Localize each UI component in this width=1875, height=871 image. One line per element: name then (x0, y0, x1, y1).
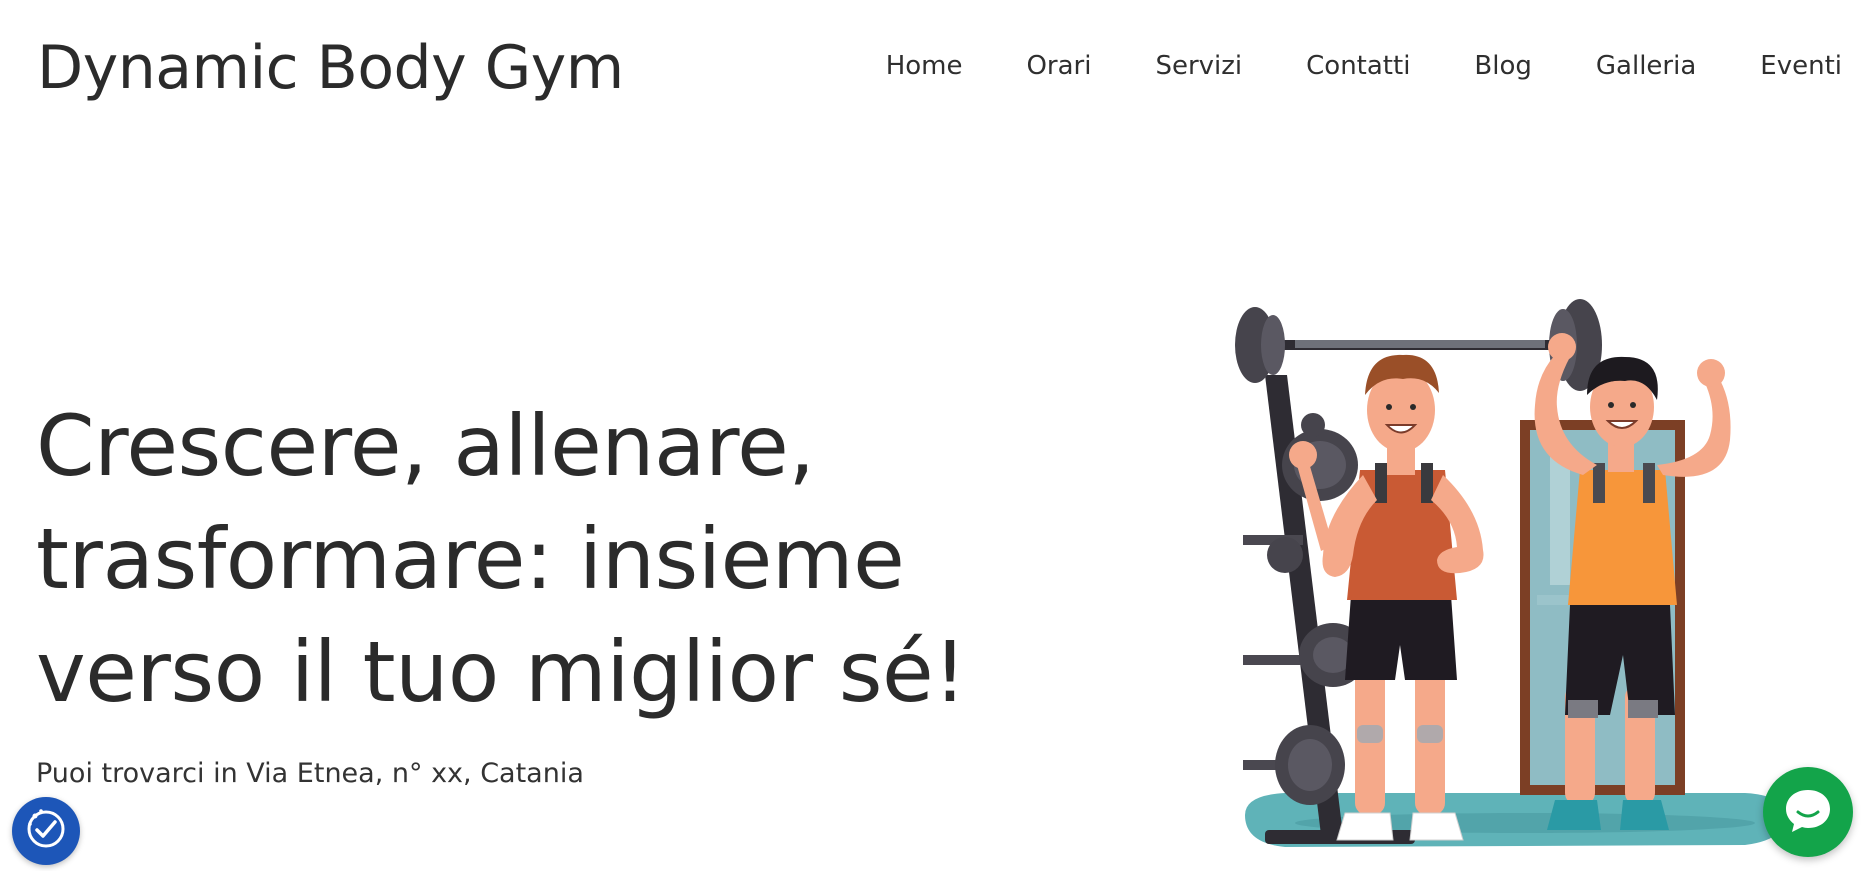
hero-title-line: verso il tuo miglior sé! (36, 623, 967, 721)
nav-home[interactable]: Home (886, 46, 963, 86)
site-logo-text[interactable]: Dynamic Body Gym (37, 29, 624, 107)
nav-blog[interactable]: Blog (1474, 46, 1531, 86)
hero-title-line: trasformare: insieme (36, 510, 905, 608)
nav-contatti[interactable]: Contatti (1306, 46, 1410, 86)
nav-servizi[interactable]: Servizi (1155, 46, 1242, 86)
hero-title-line: Crescere, allenare, (36, 397, 815, 495)
chat-button[interactable] (1763, 767, 1853, 857)
accessibility-icon (23, 806, 69, 856)
nav-galleria[interactable]: Galleria (1596, 46, 1696, 86)
address-text: Puoi trovarci in Via Etnea, n° xx, Catan… (36, 758, 584, 789)
chat-icon (1782, 784, 1834, 840)
main-nav: Home Orari Servizi Contatti Blog Galleri… (886, 46, 1842, 86)
gym-trainers-illustration (1225, 295, 1805, 871)
nav-orari[interactable]: Orari (1026, 46, 1091, 86)
hero-title: Crescere, allenare, trasformare: insieme… (36, 390, 1036, 729)
nav-eventi[interactable]: Eventi (1760, 46, 1842, 86)
page: Dynamic Body Gym Home Orari Servizi Cont… (0, 0, 1875, 871)
accessibility-button[interactable] (12, 797, 80, 865)
